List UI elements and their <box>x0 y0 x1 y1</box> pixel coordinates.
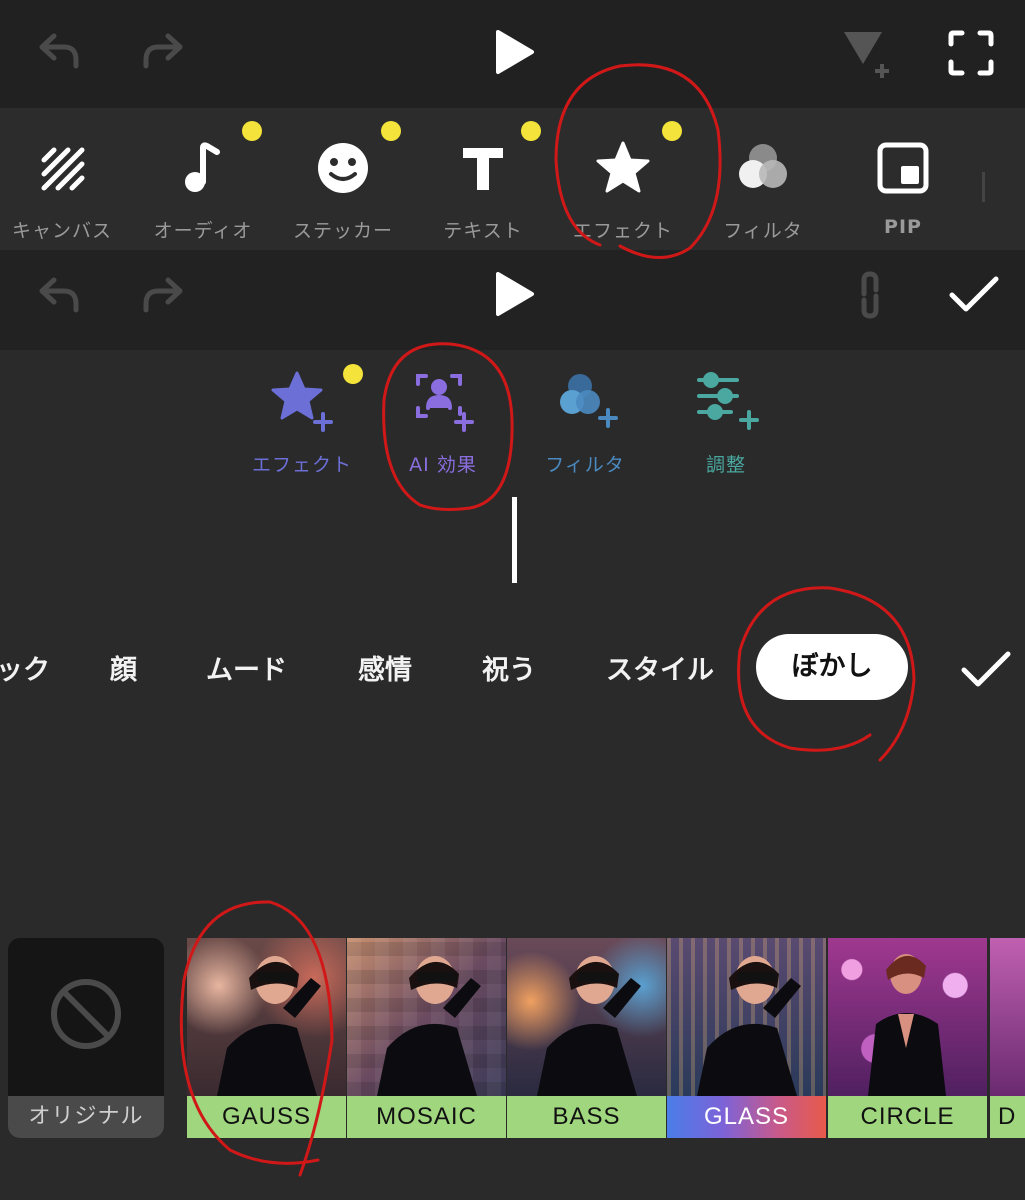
play-icon[interactable] <box>492 270 536 318</box>
effect-thumb-d[interactable]: D <box>990 938 1025 1138</box>
ai-person-plus-icon <box>408 370 478 434</box>
new-badge-dot <box>381 121 401 141</box>
subtool-label: エフェクト <box>251 454 352 476</box>
new-badge-dot <box>343 364 363 384</box>
tool-canvas[interactable]: キャンバス <box>0 130 132 242</box>
tool-effect[interactable]: エフェクト <box>553 130 693 242</box>
effect-label: BASS <box>507 1096 666 1138</box>
category-tab-selected[interactable]: ぼかし <box>756 634 908 700</box>
tool-filter[interactable]: フィルタ <box>693 130 833 242</box>
subtool-label: AI 効果 <box>409 454 477 476</box>
tool-label: オーディオ <box>153 220 253 242</box>
star-icon <box>593 138 653 198</box>
smiley-icon <box>313 138 373 198</box>
effect-preview-image <box>667 938 826 1096</box>
pip-icon <box>873 138 933 198</box>
tool-text[interactable]: テキスト <box>413 130 553 242</box>
adjust-sliders-icon <box>691 370 761 434</box>
effect-preview-image <box>507 938 666 1096</box>
effect-preview-image <box>347 938 506 1096</box>
new-badge-dot <box>521 121 541 141</box>
tool-label: エフェクト <box>572 220 673 242</box>
subtool-adjust[interactable]: 調整 <box>661 370 791 480</box>
star-plus-icon <box>267 370 337 434</box>
effect-label: CIRCLE <box>828 1096 987 1138</box>
undo-icon[interactable] <box>36 30 82 70</box>
category-tab[interactable]: ック <box>0 648 50 687</box>
tool-label: ステッカー <box>292 220 393 242</box>
no-effect-icon <box>48 976 124 1052</box>
play-icon[interactable] <box>492 28 536 76</box>
effect-preview-image <box>990 938 1025 1096</box>
effect-preview-image <box>828 938 987 1096</box>
effect-label: オリジナル <box>8 1096 164 1138</box>
filter-plus-icon <box>550 370 620 434</box>
redo-icon[interactable] <box>140 30 186 70</box>
text-icon <box>453 138 513 198</box>
category-tab[interactable]: ムード <box>206 648 287 687</box>
tool-label: キャンバス <box>11 220 112 242</box>
tool-label: フィルタ <box>723 220 803 242</box>
effect-thumb-circle[interactable]: CIRCLE <box>828 938 987 1138</box>
subtool-filter[interactable]: フィルタ <box>520 370 650 480</box>
effect-thumb-glass[interactable]: GLASS <box>667 938 826 1138</box>
redo-icon[interactable] <box>140 274 186 314</box>
effect-preview-image <box>187 938 346 1096</box>
effect-thumb-mosaic[interactable]: MOSAIC <box>347 938 506 1138</box>
effect-original[interactable]: オリジナル <box>8 938 164 1138</box>
effect-thumb-gauss[interactable]: GAUSS <box>187 938 346 1138</box>
keyframe-add-icon[interactable] <box>842 28 896 78</box>
new-badge-dot <box>242 121 262 141</box>
undo-icon[interactable] <box>36 274 82 314</box>
subtool-ai-effect[interactable]: AI 効果 <box>378 370 508 480</box>
category-tab[interactable]: 祝う <box>482 648 536 687</box>
effect-label: GAUSS <box>187 1096 346 1138</box>
new-badge-dot <box>662 121 682 141</box>
filter-circles-icon <box>733 138 793 198</box>
tool-audio[interactable]: オーディオ <box>133 130 273 242</box>
subtool-label: フィルタ <box>545 454 625 476</box>
canvas-icon <box>32 138 92 198</box>
tool-sticker[interactable]: ステッカー <box>273 130 413 242</box>
category-tab[interactable]: スタイル <box>606 648 714 687</box>
fullscreen-icon[interactable] <box>948 30 994 76</box>
link-icon[interactable] <box>850 270 890 320</box>
subtool-label: 調整 <box>705 454 746 476</box>
category-tab[interactable]: 顔 <box>110 648 137 687</box>
effect-label: MOSAIC <box>347 1096 506 1138</box>
checkmark-icon[interactable] <box>948 275 1000 315</box>
tool-label: PIP <box>884 216 922 238</box>
music-note-icon <box>173 138 233 198</box>
toolbar-divider <box>982 172 985 202</box>
tool-pip[interactable]: PIP <box>833 130 973 240</box>
category-tab[interactable]: 感情 <box>358 648 412 687</box>
effect-label: GLASS <box>667 1096 826 1138</box>
playhead[interactable] <box>512 497 517 583</box>
effect-thumb-bass[interactable]: BASS <box>507 938 666 1138</box>
subtool-effect[interactable]: エフェクト <box>237 370 367 480</box>
tool-label: テキスト <box>443 220 523 242</box>
effect-label: D <box>990 1096 1025 1138</box>
checkmark-icon[interactable] <box>960 650 1012 690</box>
